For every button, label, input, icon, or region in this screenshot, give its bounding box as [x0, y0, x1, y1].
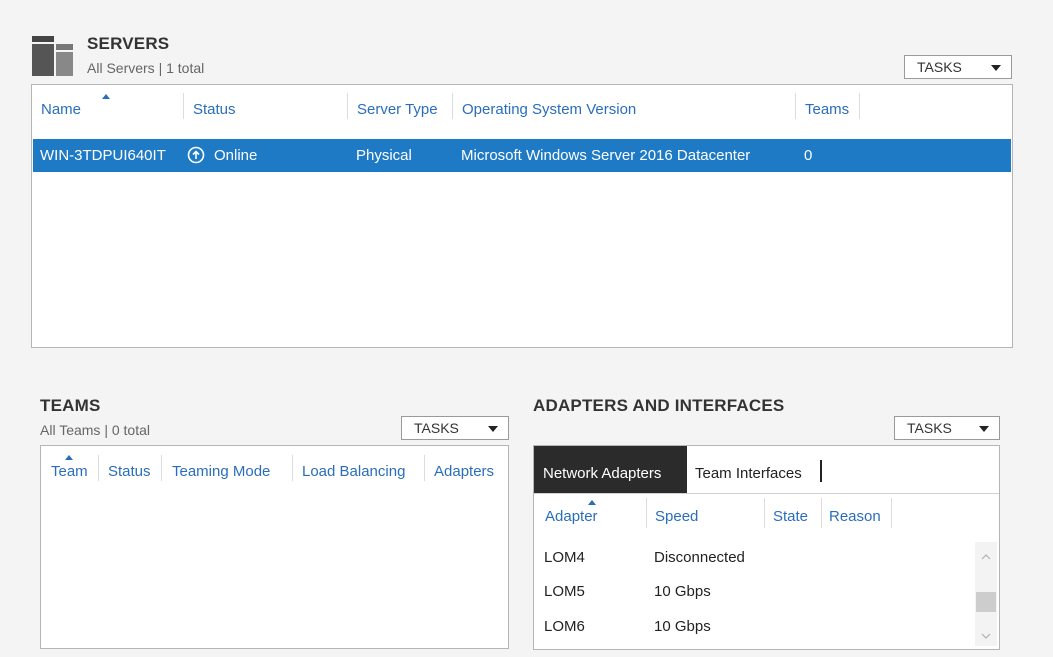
- column-divider: [452, 93, 453, 119]
- tasks-label: TASKS: [414, 420, 459, 436]
- server-os: Microsoft Windows Server 2016 Datacenter: [461, 147, 751, 164]
- column-header-load-balancing[interactable]: Load Balancing: [302, 463, 405, 480]
- column-divider: [646, 498, 647, 528]
- table-row[interactable]: LOM4 Disconnected: [534, 542, 974, 574]
- servers-tasks-button[interactable]: TASKS: [904, 55, 1012, 79]
- chevron-down-icon: [991, 65, 1001, 71]
- table-row[interactable]: WIN-3TDPUI640IT Online Physical Microsof…: [33, 139, 1011, 172]
- column-divider: [98, 455, 99, 481]
- tab-label: Network Adapters: [543, 465, 662, 482]
- column-header-server-type[interactable]: Server Type: [357, 101, 438, 118]
- vertical-scrollbar[interactable]: [975, 542, 997, 646]
- adapters-tasks-button[interactable]: TASKS: [894, 416, 1000, 440]
- adapter-speed: 10 Gbps: [654, 618, 711, 635]
- table-row[interactable]: LOM6 10 Gbps: [534, 612, 974, 644]
- column-header-team[interactable]: Team: [51, 463, 88, 480]
- column-header-reason[interactable]: Reason: [829, 508, 881, 525]
- teams-subtitle: All Teams | 0 total: [40, 422, 150, 438]
- column-divider: [347, 93, 348, 119]
- column-divider: [859, 93, 860, 119]
- column-header-name[interactable]: Name: [41, 101, 81, 118]
- tab-divider: [820, 460, 822, 482]
- scrollbar-thumb[interactable]: [976, 592, 996, 612]
- adapter-speed: 10 Gbps: [654, 583, 711, 600]
- servers-subtitle: All Servers | 1 total: [87, 60, 205, 76]
- adapter-name: LOM4: [544, 549, 585, 566]
- adapter-name: LOM6: [544, 618, 585, 635]
- adapter-name: LOM5: [544, 583, 585, 600]
- column-divider: [795, 93, 796, 119]
- teams-table: Team Status Teaming Mode Load Balancing …: [40, 445, 509, 649]
- column-divider: [891, 498, 892, 528]
- server-group-icon: [32, 36, 73, 76]
- teams-title: TEAMS: [40, 396, 101, 415]
- servers-icon: [31, 34, 74, 78]
- sort-ascending-icon: [65, 455, 73, 460]
- server-teams: 0: [804, 147, 813, 164]
- column-header-status[interactable]: Status: [108, 463, 151, 480]
- column-divider: [424, 455, 425, 481]
- chevron-down-icon[interactable]: [981, 633, 991, 639]
- tasks-label: TASKS: [907, 420, 952, 436]
- adapters-title: ADAPTERS AND INTERFACES: [533, 396, 785, 415]
- tab-team-interfaces[interactable]: Team Interfaces: [687, 446, 822, 493]
- teams-tasks-button[interactable]: TASKS: [401, 416, 509, 440]
- tasks-label: TASKS: [917, 59, 962, 75]
- column-divider: [764, 498, 765, 528]
- column-header-teams[interactable]: Teams: [805, 101, 849, 118]
- column-divider: [161, 455, 162, 481]
- column-divider: [292, 455, 293, 481]
- column-header-state[interactable]: State: [773, 508, 808, 525]
- sort-ascending-icon: [588, 500, 596, 505]
- adapter-speed: Disconnected: [654, 549, 745, 566]
- chevron-up-icon[interactable]: [981, 554, 991, 560]
- server-status: Online: [214, 147, 258, 164]
- tab-network-adapters[interactable]: Network Adapters: [534, 446, 687, 493]
- tab-strip-underline: [534, 493, 999, 494]
- servers-title: SERVERS: [87, 34, 170, 53]
- column-header-adapter[interactable]: Adapter: [545, 508, 598, 525]
- servers-table: Name Status Server Type Operating System…: [31, 84, 1013, 348]
- column-header-teaming-mode[interactable]: Teaming Mode: [172, 463, 270, 480]
- column-header-speed[interactable]: Speed: [655, 508, 698, 525]
- table-row[interactable]: LOM5 10 Gbps: [534, 577, 974, 609]
- chevron-down-icon: [488, 426, 498, 432]
- server-type: Physical: [356, 147, 412, 164]
- column-header-os-version[interactable]: Operating System Version: [462, 101, 636, 118]
- column-header-adapters[interactable]: Adapters: [434, 463, 494, 480]
- online-status-icon: [187, 146, 205, 164]
- server-name: WIN-3TDPUI640IT: [40, 147, 166, 164]
- sort-ascending-icon: [102, 94, 110, 99]
- column-header-status[interactable]: Status: [193, 101, 236, 118]
- column-divider: [821, 498, 822, 528]
- chevron-down-icon: [979, 426, 989, 432]
- tab-label: Team Interfaces: [695, 465, 802, 482]
- column-divider: [183, 93, 184, 119]
- adapters-panel: Network Adapters Team Interfaces Adapter…: [533, 445, 1000, 650]
